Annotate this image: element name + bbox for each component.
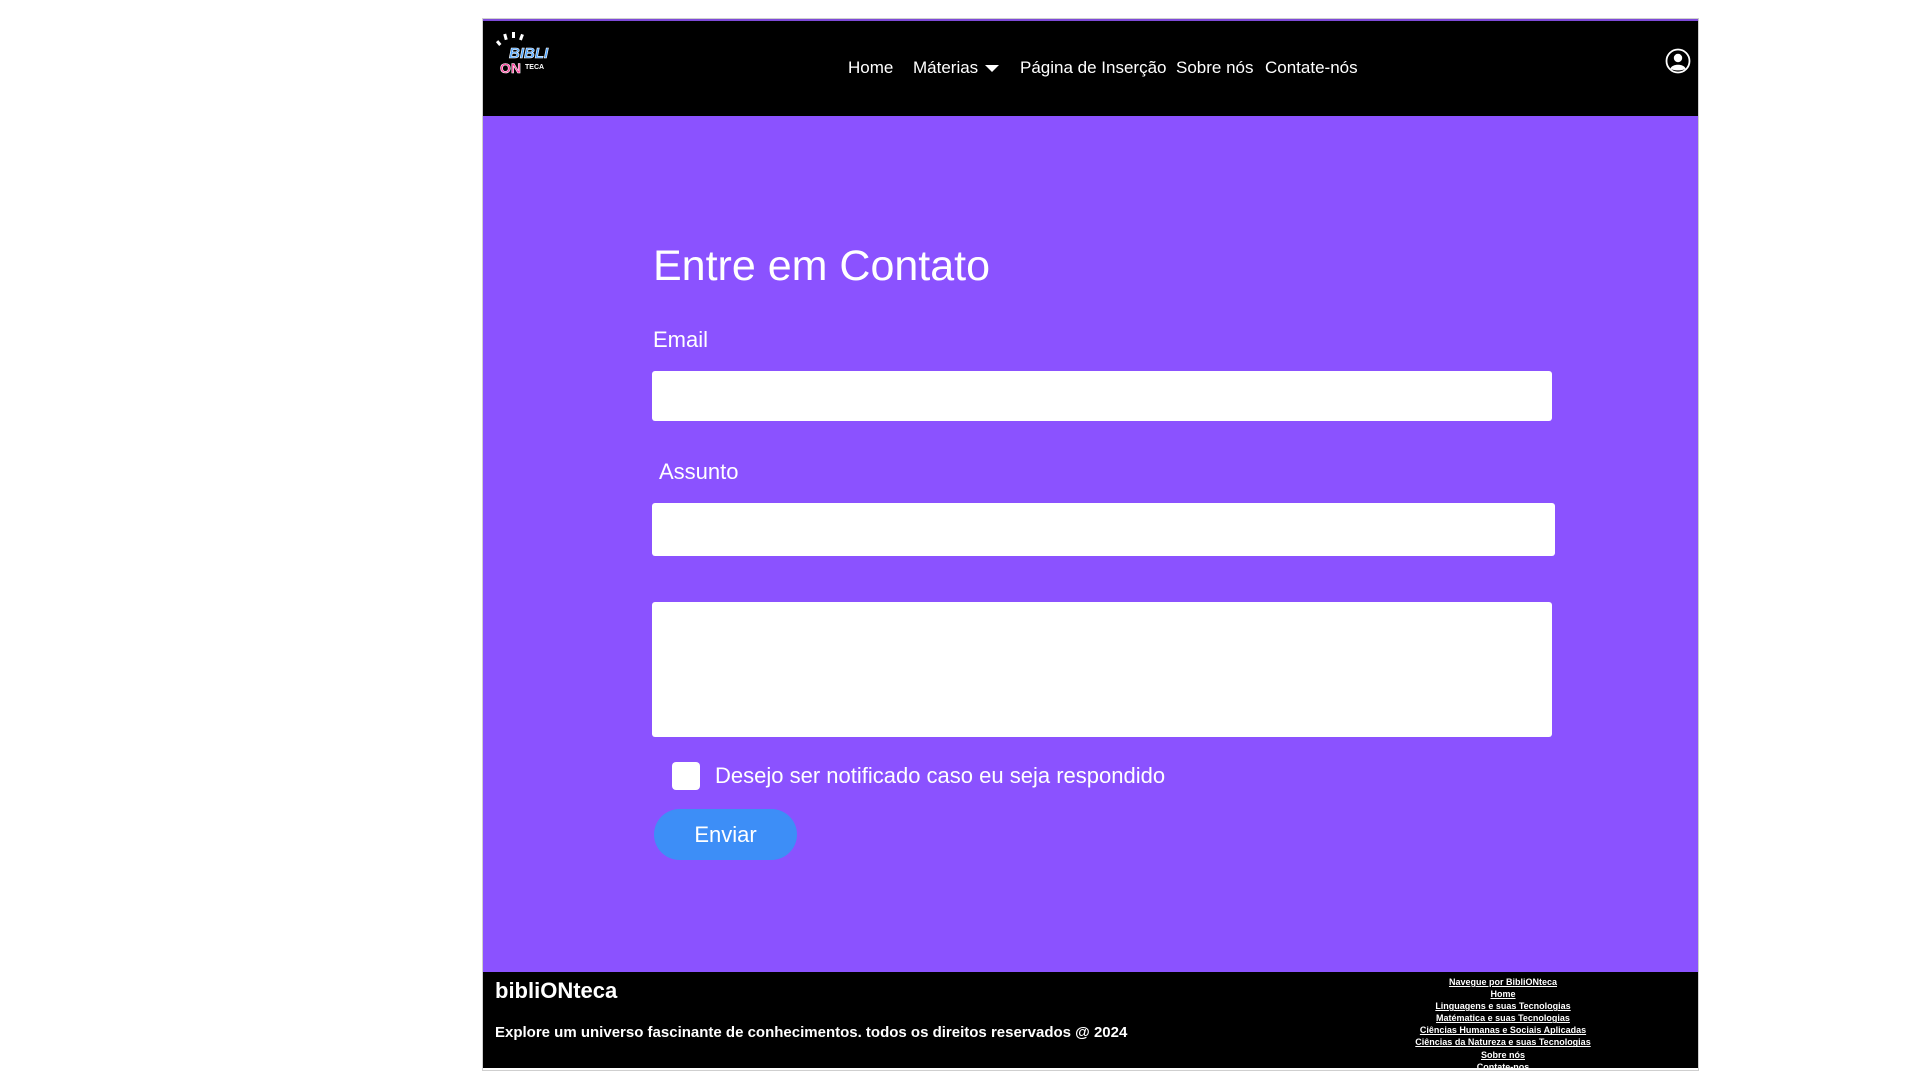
user-circle-icon[interactable] [1665,48,1691,74]
email-field[interactable] [652,371,1552,421]
footer-link-humanas[interactable]: Ciências Humanas e Sociais Aplicadas [1373,1024,1633,1036]
site-footer: bibliONteca Explore um universo fascinan… [483,972,1698,1072]
nav-home[interactable]: Home [848,53,893,83]
email-label: Email [653,327,709,352]
footer-link-matematica[interactable]: Matématica e suas Tecnologias [1373,1012,1633,1024]
footer-link-natureza[interactable]: Ciências da Natureza e suas Tecnologias [1373,1036,1633,1048]
notify-checkbox[interactable] [672,762,700,790]
nav-pagina-insercao[interactable]: Página de Inserção [1020,53,1167,83]
main-nav: Home Máterias Página de Inserção Sobre n… [483,53,1698,83]
footer-link-sobre[interactable]: Sobre nós [1373,1049,1633,1061]
nav-contate-nos[interactable]: Contate-nós [1265,53,1358,83]
assunto-label: Assunto [659,459,739,484]
site-header: BIBLI ON TECA Home Máterias Página de In… [483,19,1698,116]
footer-link-home[interactable]: Home [1373,988,1633,1000]
footer-brand: bibliONteca [495,978,618,1003]
message-textarea[interactable] [652,602,1552,737]
footer-link-linguagens[interactable]: Linguagens e suas Tecnologias [1373,1000,1633,1012]
footer-links: Navegue por BibliONteca Home Linguagens … [1373,976,1633,1073]
footer-tagline: Explore um universo fascinante de conhec… [495,1024,1128,1041]
page-title: Entre em Contato [653,242,991,290]
chevron-down-icon [985,65,1000,72]
footer-links-title: Navegue por BibliONteca [1448,977,1558,987]
nav-materias[interactable]: Máterias [913,53,1000,83]
send-button[interactable]: Enviar [654,809,797,860]
nav-sobre-nos[interactable]: Sobre nós [1176,53,1254,83]
footer-link-contato[interactable]: Contate-nos [1373,1061,1633,1073]
contact-section: Entre em Contato Email Assunto Desejo se… [483,116,1698,972]
notify-label: Desejo ser notificado caso eu seja respo… [715,763,1166,788]
nav-materias-label: Máterias [913,58,979,77]
assunto-field[interactable] [652,503,1555,556]
